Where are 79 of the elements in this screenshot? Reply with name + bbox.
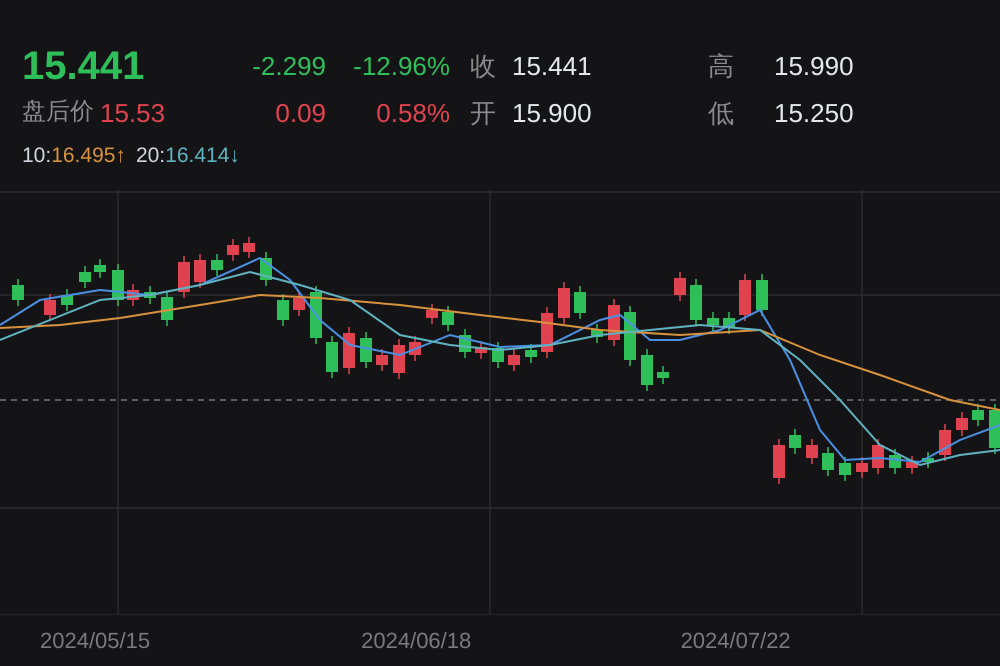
candle <box>343 327 355 374</box>
candle <box>972 404 984 426</box>
candle <box>243 237 255 258</box>
close-label: 收 <box>470 50 496 80</box>
candle <box>393 339 405 379</box>
candle <box>12 279 24 306</box>
last-price: 15.441 <box>22 44 144 88</box>
high-label: 高 <box>708 50 734 80</box>
candle <box>293 292 305 316</box>
date-label: 2024/06/18 <box>361 627 472 655</box>
candle <box>211 254 223 276</box>
candle <box>227 239 239 261</box>
date-label: 2024/05/15 <box>40 627 152 655</box>
candle <box>641 349 653 391</box>
candle <box>277 294 289 326</box>
open-label: 开 <box>470 98 496 128</box>
ma-value: 16.495↑ <box>51 143 126 170</box>
candle <box>459 329 471 358</box>
candle <box>608 299 620 346</box>
candle <box>989 404 1000 454</box>
candle <box>442 306 454 331</box>
candle <box>822 447 834 476</box>
candle <box>922 452 934 468</box>
candle <box>194 254 206 288</box>
candle <box>591 324 603 343</box>
candle <box>806 439 818 464</box>
percent-change: -12.96% <box>353 50 450 80</box>
candle <box>144 286 156 304</box>
candle <box>44 294 56 321</box>
candle <box>657 366 669 384</box>
candle <box>707 312 719 331</box>
candle <box>839 457 851 481</box>
candle <box>739 274 751 321</box>
candle <box>326 336 338 378</box>
candle <box>376 349 388 371</box>
candle <box>127 284 139 306</box>
ma-period: 20: <box>136 143 166 170</box>
low-label: 低 <box>708 98 734 128</box>
after-hours-percent: 0.58% <box>376 98 450 128</box>
after-hours-label: 盘后价 <box>22 96 94 126</box>
candle <box>426 304 438 324</box>
candle <box>773 439 785 484</box>
candle <box>61 289 73 311</box>
candle <box>492 342 504 368</box>
ma-period: 10: <box>22 143 52 170</box>
high-value: 15.990 <box>774 50 854 80</box>
low-value: 15.250 <box>774 98 854 128</box>
after-hours-price: 15.53 <box>100 96 166 130</box>
ma-value: 16.414↓ <box>165 143 240 170</box>
close-value: 15.441 <box>512 50 592 80</box>
candle <box>939 424 951 461</box>
date-label: 2024/07/22 <box>680 627 792 655</box>
candle <box>789 429 801 454</box>
candle <box>525 344 537 363</box>
candle <box>178 256 190 298</box>
candle <box>508 349 520 371</box>
candle <box>756 274 768 316</box>
candle <box>674 272 686 301</box>
candle <box>856 457 868 478</box>
candle <box>558 282 570 324</box>
candle <box>112 264 124 306</box>
candle <box>360 332 372 368</box>
open-value: 15.900 <box>512 98 592 128</box>
candle <box>475 341 487 359</box>
candle <box>906 456 918 474</box>
after-hours-change: 0.09 <box>275 98 326 128</box>
candle <box>889 449 901 474</box>
price-change: -2.299 <box>252 50 326 80</box>
candle <box>956 412 968 436</box>
candle <box>94 259 106 278</box>
candle <box>574 286 586 319</box>
candle <box>690 279 702 326</box>
candle <box>624 306 636 366</box>
candle <box>409 336 421 361</box>
candle <box>723 312 735 334</box>
candle <box>872 439 884 474</box>
candle <box>260 252 272 286</box>
candle <box>161 291 173 326</box>
candle <box>79 266 91 288</box>
